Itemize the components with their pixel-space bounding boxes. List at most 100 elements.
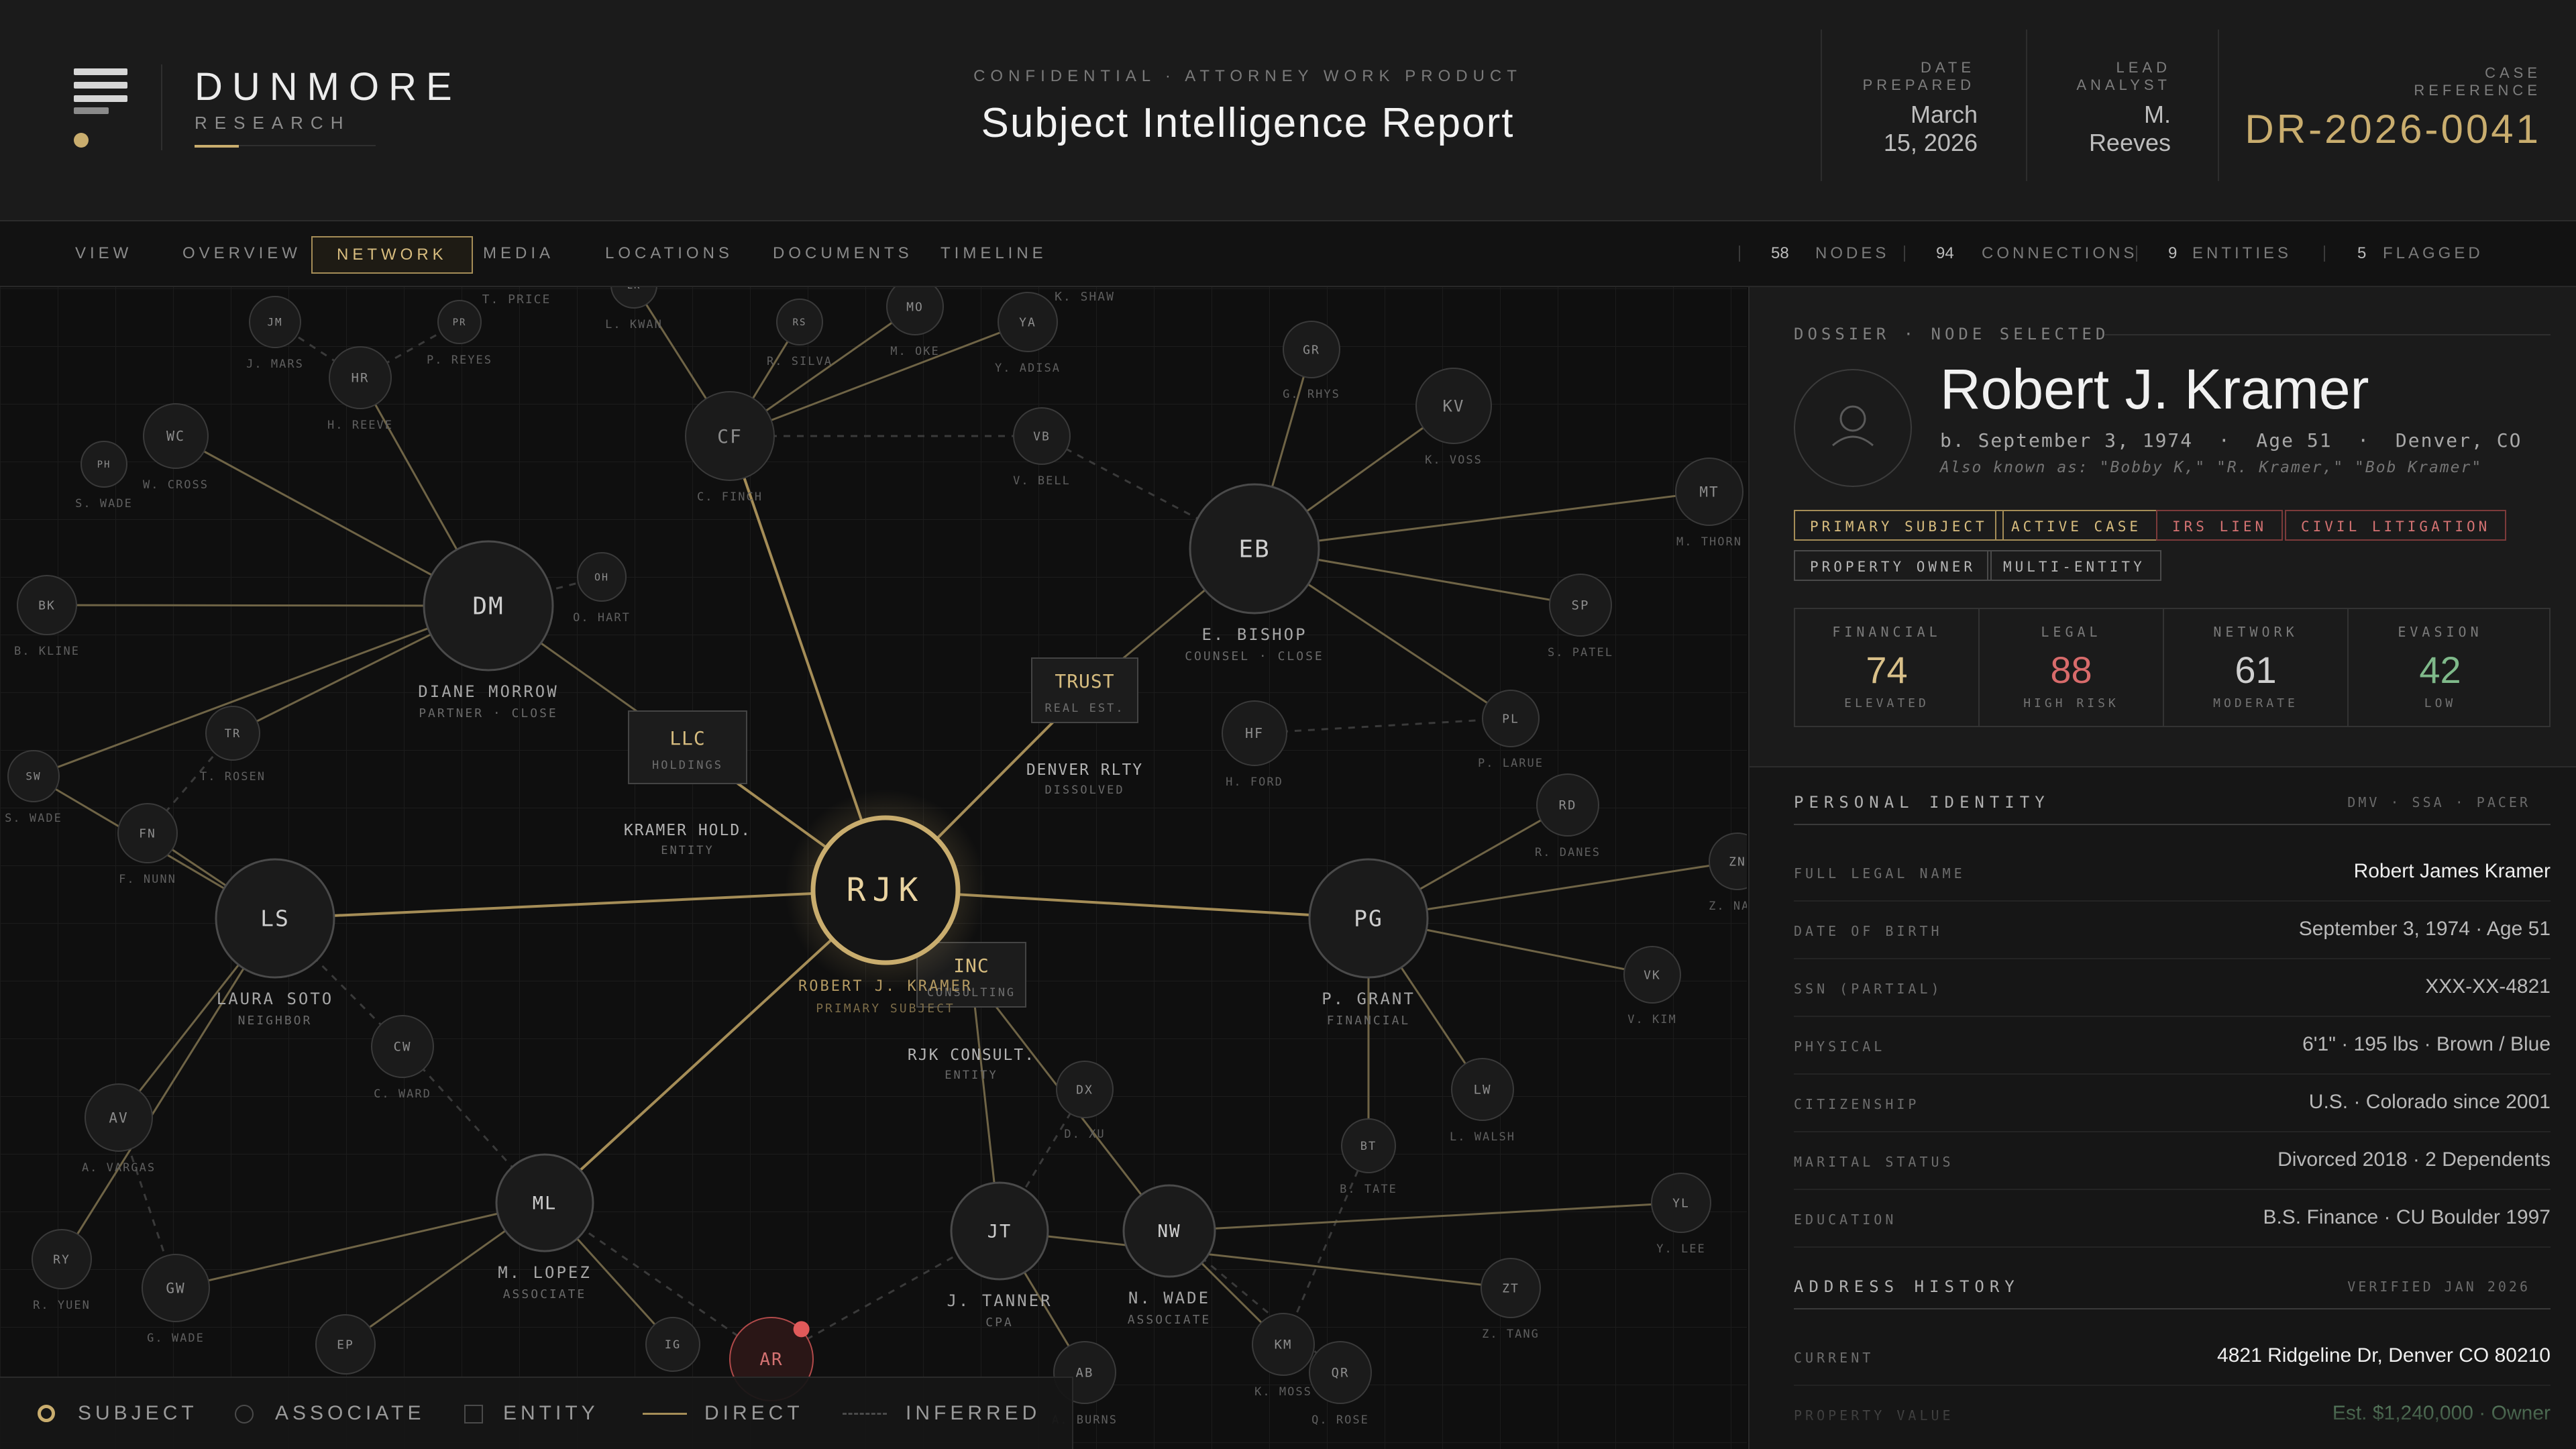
node-initials: ZN — [1729, 855, 1746, 869]
node-label: J. MARS — [246, 358, 304, 371]
flagged-count-label: FLAGGED — [2383, 244, 2483, 262]
node-initials: WC — [166, 428, 185, 444]
legend-inferred: INFERRED — [906, 1402, 1041, 1424]
node-label: K. VOSS — [1425, 453, 1483, 467]
node-label: L. WALSH — [1450, 1130, 1515, 1144]
tag-multi-entity: MULTI-ENTITY — [1987, 550, 2161, 581]
node-label: G. WADE — [147, 1332, 205, 1345]
score-level: LOW — [2424, 696, 2457, 710]
subject-name: Robert J. Kramer — [1940, 358, 2369, 421]
row-label: CITIZENSHIP — [1794, 1096, 1920, 1112]
address-history-title: ADDRESS HISTORY — [1794, 1277, 2020, 1296]
node-label: M. LOPEZ — [498, 1263, 592, 1282]
node-sub-label: ASSOCIATE — [1128, 1313, 1212, 1327]
score-label: EVASION — [2398, 624, 2483, 640]
node-label: K. SHAW — [1055, 290, 1115, 304]
node-initials: BK — [38, 598, 56, 612]
node-sub-label: PARTNER · CLOSE — [419, 706, 558, 720]
page-title: Subject Intelligence Report — [981, 100, 1515, 146]
node-label: R. YUEN — [33, 1299, 91, 1312]
node-initials: GW — [166, 1280, 185, 1296]
direct-edge — [46, 604, 489, 607]
node-label: P. REYES — [427, 354, 492, 367]
node-initials: KV — [1443, 396, 1465, 415]
tab-overview[interactable]: OVERVIEW — [182, 241, 301, 266]
subject-label: ROBERT J. KRAMER — [798, 978, 973, 995]
node-initials: QR — [1332, 1366, 1350, 1381]
node-sub-label: FINANCIAL — [1327, 1014, 1411, 1028]
node-initials: LS — [260, 906, 290, 932]
node-label: Q. ROSE — [1311, 1413, 1369, 1427]
network-graph[interactable]: LLC HOLDINGS TRUST REAL EST. INC CONSULTING J… — [0, 287, 1747, 1449]
row-value: 6'1" · 195 lbs · Brown / Blue — [2302, 1033, 2551, 1055]
row-label: PROPERTY VALUE — [1794, 1407, 1954, 1424]
identity-row-dob: DATE OF BIRTH September 3, 1974 · Age 51 — [1794, 900, 2551, 959]
node-label: M. OKE — [890, 345, 939, 358]
tab-media[interactable]: MEDIA — [483, 241, 554, 266]
case-reference-label: CASE REFERENCE — [2414, 64, 2541, 99]
brand-name: DUNMORE — [195, 65, 462, 109]
node-label: S. WADE — [75, 497, 133, 511]
node-count-label: NODES — [1815, 244, 1890, 262]
node-initials: PR — [453, 317, 467, 328]
address-row-current: CURRENT 4821 Ridgeline Dr, Denver CO 802… — [1794, 1327, 2551, 1386]
node-label: T. ROSEN — [200, 770, 266, 784]
node-initials: EB — [1238, 536, 1270, 564]
identity-row-marital-status: MARITAL STATUS Divorced 2018 · 2 Depende… — [1794, 1131, 2551, 1190]
node-label: J. TANNER — [947, 1291, 1052, 1310]
section-rule — [1794, 824, 2551, 825]
node-initials: PH — [97, 460, 111, 470]
node-initials: PL — [1502, 712, 1519, 726]
node-initials: AR — [759, 1350, 783, 1370]
node-initials: JM — [267, 316, 282, 329]
date-prepared-value: March 15, 2026 — [1883, 101, 1978, 156]
tag-primary-subject: PRIMARY SUBJECT — [1794, 510, 2004, 541]
subject-birth-info: b. September 3, 1974 · Age 51 · Denver, … — [1940, 429, 2522, 451]
tab-locations[interactable]: LOCATIONS — [605, 241, 733, 266]
dossier-panel: DOSSIER · NODE SELECTED Robert J. Kramer… — [1748, 287, 2576, 1449]
brand-subtitle: RESEARCH — [195, 113, 351, 133]
node-initials: LW — [1474, 1083, 1492, 1097]
address-row-property-value: PROPERTY VALUE Est. $1,240,000 · Owner — [1794, 1385, 2551, 1442]
score-level: ELEVATED — [1844, 696, 1929, 710]
entity-type: REAL EST. — [1044, 702, 1124, 715]
node-label: Z. NAIR — [1709, 900, 1747, 913]
identity-sources: DMV · SSA · PACER — [2347, 794, 2530, 810]
node-initials: HR — [352, 371, 370, 386]
brand-underline — [195, 145, 376, 148]
node-label: V. KIM — [1627, 1013, 1676, 1026]
node-label: L. KWAN — [605, 318, 663, 331]
identity-row-education: EDUCATION B.S. Finance · CU Boulder 1997 — [1794, 1189, 2551, 1248]
node-label: A. VARGAS — [82, 1161, 156, 1175]
legal-score: LEGAL 88 HIGH RISK — [1980, 609, 2164, 726]
node-label: C. FINCH — [697, 490, 763, 504]
row-value: 4821 Ridgeline Dr, Denver CO 80210 — [2217, 1344, 2551, 1366]
logo-divider — [161, 64, 162, 150]
node-label: P. LARUE — [1478, 757, 1544, 770]
network-graph-canvas[interactable]: LLCHOLDINGSTRUSTREAL EST.INCCONSULTING J… — [0, 287, 1747, 1449]
score-level: MODERATE — [2213, 696, 2298, 710]
node-initials: VK — [1644, 968, 1661, 982]
tab-network[interactable]: NETWORK — [311, 236, 473, 274]
associate-legend-icon — [235, 1405, 254, 1424]
node-label: B. TATE — [1340, 1183, 1397, 1196]
node-label: Z. TANG — [1482, 1328, 1540, 1341]
node-initials: NW — [1157, 1222, 1181, 1242]
node-label: T. PRICE — [482, 292, 551, 307]
node-count: 58 — [1771, 244, 1789, 262]
node-label: D. XU — [1064, 1128, 1105, 1141]
view-toolbar: VIEW OVERVIEW NETWORK MEDIA LOCATIONS DO… — [0, 221, 2576, 287]
node-initials: IG — [665, 1338, 681, 1352]
tab-documents[interactable]: DOCUMENTS — [773, 241, 913, 266]
dossier-label: DOSSIER · NODE SELECTED — [1794, 325, 2110, 343]
node-label: V. BELL — [1013, 474, 1071, 488]
node-label: M. THORN — [1676, 535, 1742, 549]
node-initials: MT — [1699, 484, 1719, 500]
node-initials: HF — [1245, 725, 1264, 741]
inferred-line-icon — [843, 1413, 887, 1415]
node-initials: RD — [1559, 798, 1577, 813]
connection-count: 94 — [1936, 244, 1954, 262]
tab-timeline[interactable]: TIMELINE — [941, 241, 1047, 266]
row-label: MARITAL STATUS — [1794, 1154, 1954, 1170]
row-value: B.S. Finance · CU Boulder 1997 — [2263, 1206, 2551, 1228]
